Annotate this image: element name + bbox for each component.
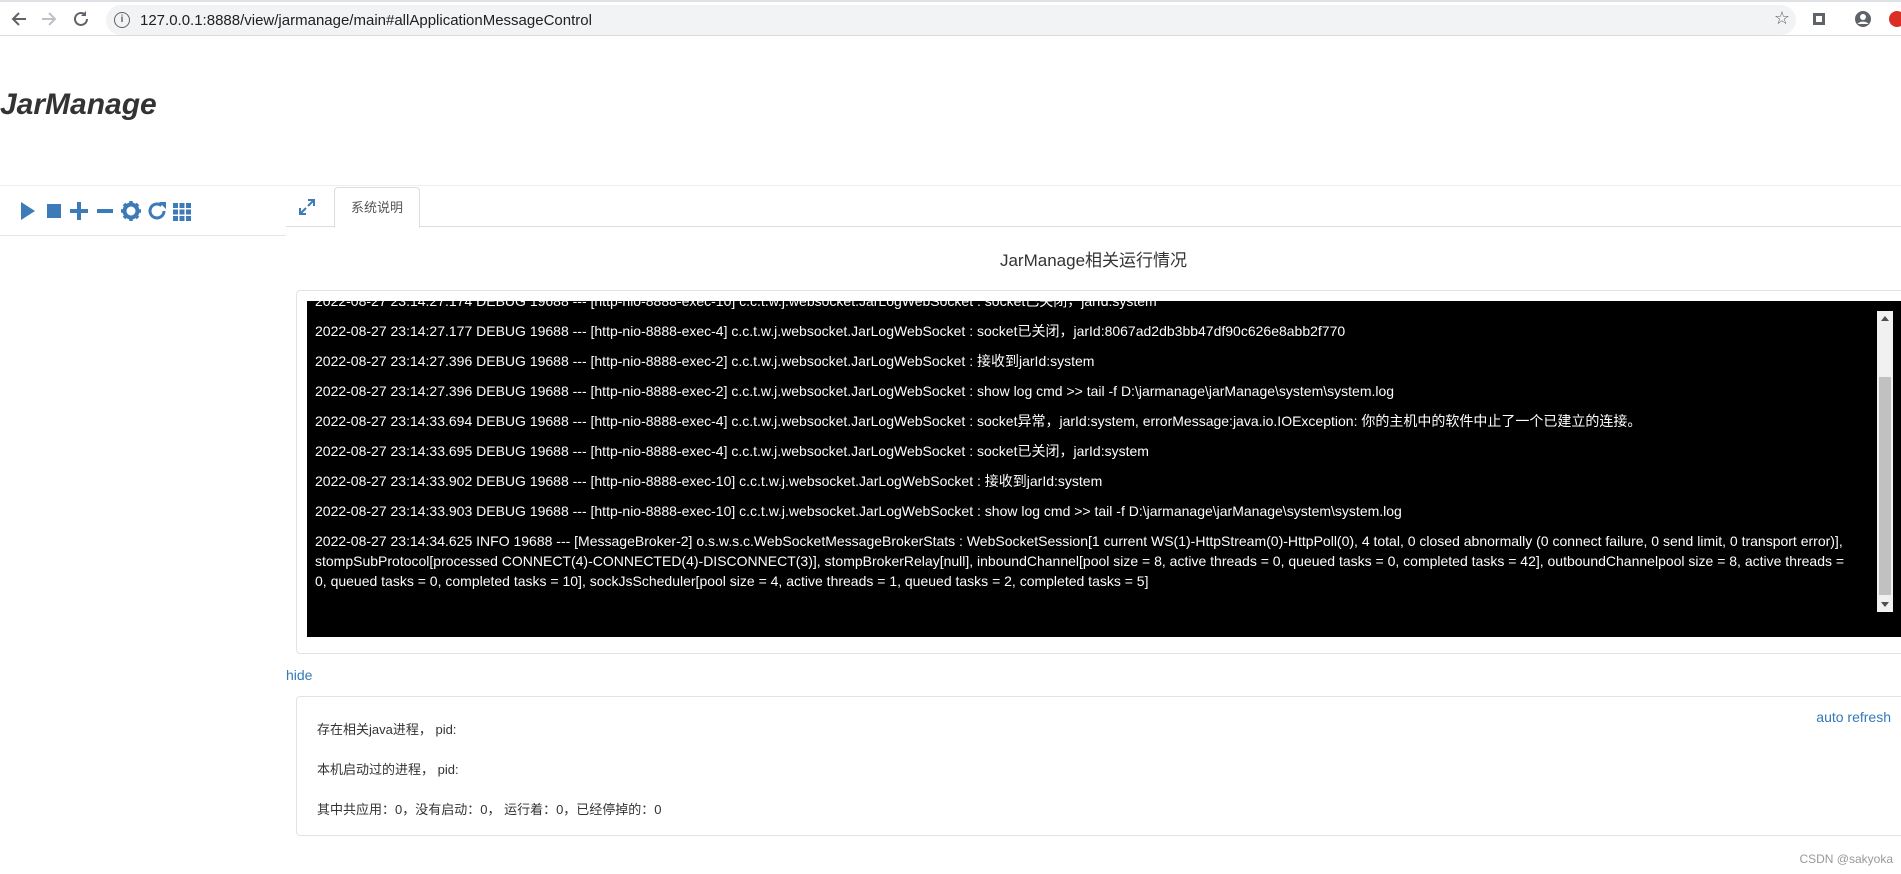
log-console[interactable]: 2022-08-27 23:14:27.174 DEBUG 19688 --- … — [307, 301, 1901, 637]
expand-icon[interactable] — [298, 198, 316, 216]
auto-refresh-link[interactable]: auto refresh — [1816, 709, 1891, 725]
process-panel: auto refresh 存在相关java进程， pid: 本机启动过的进程， … — [296, 696, 1901, 836]
info-icon[interactable]: i — [114, 12, 130, 28]
refresh-icon[interactable] — [146, 200, 168, 222]
log-scrollbar[interactable] — [1877, 311, 1893, 612]
tab-bar: 系统说明 — [286, 187, 1901, 228]
browser-toolbar: i 127.0.0.1:8888/view/jarmanage/main#all… — [0, 0, 1901, 36]
stop-icon[interactable] — [46, 200, 62, 222]
log-line: 2022-08-27 23:14:27.396 DEBUG 19688 --- … — [315, 383, 1395, 399]
log-line: 2022-08-27 23:14:27.177 DEBUG 19688 --- … — [315, 323, 1346, 339]
star-icon[interactable]: ☆ — [1774, 8, 1790, 29]
arrow-right-icon[interactable] — [38, 8, 60, 30]
update-icon[interactable] — [1888, 10, 1901, 28]
play-icon[interactable] — [20, 200, 36, 222]
gear-icon[interactable] — [120, 200, 142, 222]
watermark: CSDN @sakyoka — [1799, 852, 1893, 866]
url-text[interactable]: 127.0.0.1:8888/view/jarmanage/main#allAp… — [140, 12, 592, 29]
log-line: 2022-08-27 23:14:33.695 DEBUG 19688 --- … — [315, 443, 1149, 459]
header-divider — [0, 185, 1901, 186]
action-toolbar — [0, 190, 286, 236]
log-line: 2022-08-27 23:14:34.625 INFO 19688 --- [… — [315, 533, 1845, 589]
reload-icon[interactable] — [70, 8, 92, 30]
log-lines: 2022-08-27 23:14:27.174 DEBUG 19688 --- … — [315, 301, 1845, 601]
log-line: 2022-08-27 23:14:27.396 DEBUG 19688 --- … — [315, 353, 1095, 369]
log-line: 2022-08-27 23:14:33.694 DEBUG 19688 --- … — [315, 413, 1642, 429]
extension-icon[interactable] — [1812, 12, 1826, 26]
local-process-line: 本机启动过的进程， pid: — [317, 762, 459, 777]
app-summary-line: 其中共应用：0，没有启动：0， 运行着：0，已经停掉的：0 — [317, 802, 662, 817]
tab-system-info[interactable]: 系统说明 — [334, 187, 421, 228]
log-line: 2022-08-27 23:14:33.903 DEBUG 19688 --- … — [315, 503, 1402, 519]
page-title: JarManage相关运行情况 — [999, 251, 1188, 270]
plus-icon[interactable] — [69, 200, 89, 222]
profile-icon[interactable] — [1854, 10, 1872, 28]
scroll-down-icon[interactable] — [1881, 602, 1889, 607]
log-panel: 2022-08-27 23:14:27.174 DEBUG 19688 --- … — [296, 290, 1901, 654]
grid-icon[interactable] — [172, 200, 192, 222]
log-line: 2022-08-27 23:14:33.902 DEBUG 19688 --- … — [315, 473, 1103, 489]
address-bar[interactable]: i 127.0.0.1:8888/view/jarmanage/main#all… — [106, 5, 1796, 35]
hide-link[interactable]: hide — [286, 667, 312, 683]
log-line: 2022-08-27 23:14:27.174 DEBUG 19688 --- … — [315, 301, 1157, 309]
tab-strip-edge — [0, 0, 1901, 2]
scroll-up-icon[interactable] — [1881, 316, 1889, 321]
arrow-left-icon[interactable] — [8, 8, 30, 30]
java-process-line: 存在相关java进程， pid: — [317, 722, 457, 737]
app-brand: JarManage — [0, 88, 157, 121]
scroll-thumb[interactable] — [1879, 377, 1891, 595]
minus-icon[interactable] — [96, 200, 114, 222]
